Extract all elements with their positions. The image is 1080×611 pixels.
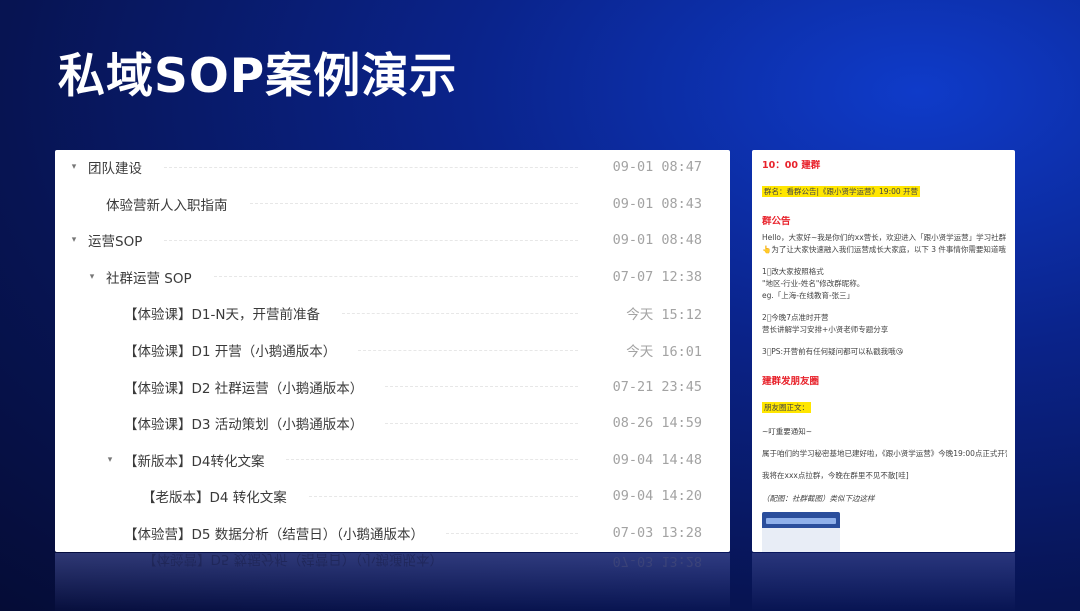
slide-title: 私域SOP案例演示 xyxy=(58,49,458,104)
tree-item-time: 09-01 08:48 xyxy=(612,232,702,249)
expand-caret-icon[interactable]: ▾ xyxy=(68,162,80,172)
tree-item-leader xyxy=(308,495,578,497)
tree-panel-reflection: ▾ 【体验营】D5 数据分析（结营日）（小鹅通版本） 07-03 13:28 xyxy=(55,553,730,611)
tree-item[interactable]: ▾【体验课】D2 社群运营（小鹅通版本）07-21 23:45 xyxy=(55,369,730,405)
moments-label-highlight: 朋友圈正文： xyxy=(762,402,811,413)
tree-item-label: 【体验课】D1-N天，开营前准备 xyxy=(124,307,320,324)
expand-caret-icon[interactable]: ▾ xyxy=(104,455,116,465)
notice-line-1: Hello，大家好~我是你们的xx营长，欢迎进入「跟小贤学运营」学习社群 🎉 xyxy=(762,233,1007,242)
tree-item-label: 【体验课】D1 开营（小鹅通版本） xyxy=(124,344,337,360)
expand-caret-icon[interactable]: ▾ xyxy=(68,235,80,245)
tree-item-label: 社群运营 SOP xyxy=(106,270,192,287)
tree-item-label: 【体验课】D3 活动策划（小鹅通版本） xyxy=(124,417,364,434)
tree-item-time: 08-26 14:59 xyxy=(612,415,702,432)
tree-item-time: 07-07 12:38 xyxy=(612,268,702,285)
document-tree-panel: ▾ 团队建设 09-01 08:47 ▾ 体验营新人入职指南 09-01 08:43 ▾ 运营… xyxy=(55,150,730,552)
tree-item-leader xyxy=(358,349,578,351)
tree-item-leader xyxy=(164,239,578,241)
expand-caret-icon[interactable]: ▾ xyxy=(86,272,98,282)
tree-item-time: 今天 15:12 xyxy=(626,307,702,324)
tree-item-time: 09-04 14:20 xyxy=(612,488,702,505)
item-3-title: 3⃣PS:开营前有任何疑问都可以私戳我哦😘 xyxy=(762,347,904,356)
community-screenshot-thumbnail xyxy=(762,512,840,552)
tree-item-label: 【体验营】D5 数据分析（结营日）（小鹅通版本） xyxy=(124,527,425,543)
tree-item[interactable]: ▾【体验营】D5 数据分析（结营日）（小鹅通版本）07-03 13:28 xyxy=(55,515,730,551)
doc-panel-reflection xyxy=(752,553,1015,611)
item-1-line-2: eg.「上海-在线教育-张三」 xyxy=(762,291,855,300)
tree-item-label: 团队建设 xyxy=(88,161,142,177)
tree-item-time: 09-04 14:48 xyxy=(612,451,702,468)
reflected-leader xyxy=(465,561,578,562)
tree-item-time: 09-01 08:43 xyxy=(612,195,702,212)
item-2-title: 2⃣今晚7点准时开营 xyxy=(762,313,829,322)
tree-item[interactable]: ▾ 【新版本】D4转化文案 09-04 14:48 xyxy=(55,442,730,478)
thumbnail-title-bar xyxy=(766,518,836,524)
tree-item[interactable]: ▾【体验课】D1-N天，开营前准备今天 15:12 xyxy=(55,295,730,331)
group-name-highlight: 群名：看群公告|《跟小贤学运营》19:00 开营 xyxy=(762,186,921,197)
tree-item-time: 07-21 23:45 xyxy=(612,378,702,395)
tree-item-label: 【新版本】D4转化文案 xyxy=(124,453,265,470)
tree-item[interactable]: ▾【老版本】D4 转化文案09-04 14:20 xyxy=(55,478,730,514)
moments-line-1: ~叮重要通知~ xyxy=(762,427,813,436)
moments-line-3: 我将在xxx点拉群，今晚在群里不见不散[哇] xyxy=(762,471,909,480)
item-1-title: 1⃣改大家按照格式 xyxy=(762,267,824,276)
tree-item[interactable]: ▾ 运营SOP 09-01 08:48 xyxy=(55,222,730,258)
tree-item[interactable]: ▾体验营新人入职指南09-01 08:43 xyxy=(55,186,730,222)
tree-item-time: 09-01 08:47 xyxy=(612,159,702,175)
notice-heading: 群公告 xyxy=(762,216,791,227)
group-name-line: 群名：看群公告|《跟小贤学运营》19:00 开营 xyxy=(762,186,1007,197)
tree-item-label: 体验营新人入职指南 xyxy=(106,197,228,214)
tree-item-label: 【老版本】D4 转化文案 xyxy=(142,490,287,507)
tree-item-leader xyxy=(249,203,578,205)
thumbnail-body xyxy=(762,528,840,552)
tree-item-leader xyxy=(286,459,578,461)
reflected-label: 【体验营】D5 数据分析（结营日）（小鹅通版本） xyxy=(143,553,444,567)
tree-item[interactable]: ▾ 团队建设 09-01 08:47 xyxy=(55,150,730,185)
moments-line-2: 属于咱们的学习秘密基地已建好啦，《跟小贤学运营》今晚19:00点正式开营! xyxy=(762,449,1007,458)
moments-label-line: 朋友圈正文： xyxy=(762,402,1007,413)
tree-item-label: 运营SOP xyxy=(88,234,143,251)
moments-heading: 建群发朋友圈 xyxy=(762,376,820,387)
tree-item-leader xyxy=(385,386,578,388)
schedule-heading: 10：00 建群 xyxy=(762,160,821,171)
tree-item[interactable]: ▾【体验课】D1 开营（小鹅通版本）今天 16:01 xyxy=(55,332,730,368)
moments-caption: （配图：社群截图）类似下边这样 xyxy=(762,494,875,503)
notice-line-2: 👆为了让大家快速融入我们运营成长大家庭，以下 3 件事情你需要知道哦 xyxy=(762,245,1006,254)
reflected-row: ▾ 【体验营】D5 数据分析（结营日）（小鹅通版本） 07-03 13:28 xyxy=(55,553,730,579)
item-2-line-1: 营长讲解学习安排+小贤老师专题分享 xyxy=(762,325,889,334)
tree-item[interactable]: ▾【体验课】D3 活动策划（小鹅通版本）08-26 14:59 xyxy=(55,405,730,441)
tree-item-leader xyxy=(164,166,578,168)
tree-item-leader xyxy=(213,276,578,278)
tree-item-leader xyxy=(341,312,578,314)
tree-item-label: 【体验课】D2 社群运营（小鹅通版本） xyxy=(124,380,364,397)
item-1-line-1: "地区-行业-姓名"修改群昵称。 xyxy=(762,279,865,288)
tree-item-leader xyxy=(385,422,578,424)
document-preview-panel: 10：00 建群 群名：看群公告|《跟小贤学运营》19:00 开营 群公告 He… xyxy=(752,150,1015,552)
tree-item-leader xyxy=(446,532,578,534)
tree-item[interactable]: ▾ 社群运营 SOP 07-07 12:38 xyxy=(55,259,730,295)
tree-item-time: 今天 16:01 xyxy=(626,344,702,360)
tree-item-time: 07-03 13:28 xyxy=(612,525,702,541)
reflected-time: 07-03 13:28 xyxy=(612,553,702,569)
